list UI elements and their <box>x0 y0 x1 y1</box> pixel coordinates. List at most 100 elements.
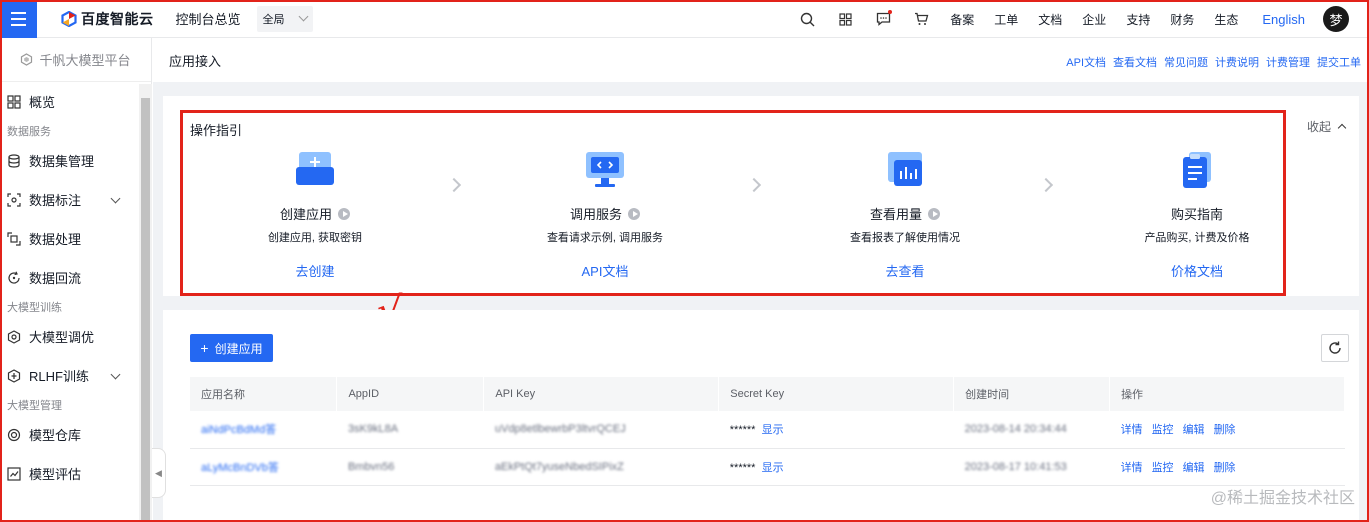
sidebar-item-label: 模型仓库 <box>29 428 82 443</box>
nav-link-docs[interactable]: 文档 <box>1038 11 1062 28</box>
nav-link-ecosystem[interactable]: 生态 <box>1214 11 1238 28</box>
api-docs-guide-link[interactable]: API文档 <box>505 261 705 280</box>
step-name: 创建应用 <box>279 207 332 222</box>
sidebar-item-evaluation[interactable]: 模型评估 <box>0 454 151 493</box>
sidebar-item-dataset[interactable]: 数据集管理 <box>0 141 151 180</box>
delete-link[interactable]: 删除 <box>1214 462 1236 474</box>
search-icon[interactable] <box>788 0 826 38</box>
nav-link-finance[interactable]: 财务 <box>1170 11 1194 28</box>
repository-icon <box>7 428 21 441</box>
app-id: 3sK9kL8A <box>347 423 399 436</box>
purchase-guide-icon <box>1097 146 1297 190</box>
step-name: 查看用量 <box>869 207 922 222</box>
sidebar-item-reflow[interactable]: 数据回流 <box>0 258 151 297</box>
chevron-down-icon <box>298 11 308 22</box>
create-app-label: 创建应用 <box>214 341 263 356</box>
play-video-icon[interactable] <box>338 207 350 220</box>
edit-link[interactable]: 编辑 <box>1183 462 1205 474</box>
step-desc: 查看请求示例, 调用服务 <box>546 232 664 244</box>
api-key: aEkPtQt7yuseNbedSIPixZ <box>494 460 624 473</box>
view-docs-link[interactable]: 查看文档 <box>1113 54 1157 70</box>
refresh-icon <box>1329 341 1341 354</box>
sidebar-scrollbar[interactable] <box>139 84 152 522</box>
page-header: 应用接入 API文档 查看文档 常见问题 计费说明 计费管理 提交工单 <box>153 38 1369 82</box>
step-desc: 查看报表了解使用情况 <box>850 232 960 244</box>
play-video-icon[interactable] <box>628 207 640 220</box>
guide-step-usage: 查看用量 查看报表了解使用情况 去查看 <box>805 146 1005 280</box>
sidebar-item-label: 模型评估 <box>29 467 82 482</box>
sidebar-item-processing[interactable]: 数据处理 <box>0 219 151 258</box>
top-right-nav: 备案 工单 文档 企业 支持 财务 生态 English 梦 <box>788 0 1369 38</box>
billing-info-link[interactable]: 计费说明 <box>1215 54 1259 70</box>
monitor-link[interactable]: 监控 <box>1152 462 1174 474</box>
overview-icon <box>7 94 21 109</box>
region-select[interactable]: 全局 <box>256 5 313 32</box>
chevron-down-icon <box>110 193 121 204</box>
avatar[interactable]: 梦 <box>1323 6 1349 32</box>
show-secret-link[interactable]: 显示 <box>762 424 784 436</box>
cart-icon[interactable] <box>902 0 940 38</box>
guide-title: 操作指引 <box>190 123 243 138</box>
submit-ticket-link[interactable]: 提交工单 <box>1317 54 1361 70</box>
console-overview-link[interactable]: 控制台总览 <box>176 9 241 28</box>
create-app-button[interactable]: + 创建应用 <box>190 334 273 362</box>
grid-apps-icon[interactable] <box>826 0 864 38</box>
sidebar-item-label: 数据标注 <box>29 193 82 208</box>
sidebar-item-rlhf[interactable]: RLHF训练 <box>0 356 151 395</box>
api-docs-link[interactable]: API文档 <box>1066 54 1106 70</box>
app-id: Bmbvn56 <box>347 460 395 473</box>
nav-link-support[interactable]: 支持 <box>1126 11 1150 28</box>
app-name-link[interactable]: aiNdPcBdMd答 <box>201 424 276 436</box>
detail-link[interactable]: 详情 <box>1121 424 1143 436</box>
hamburger-menu-icon[interactable] <box>0 0 37 38</box>
col-actions: 操作 <box>1109 377 1345 411</box>
step-desc: 产品购买, 计费及价格 <box>1144 232 1250 244</box>
collapse-button[interactable]: 收起 <box>1307 118 1347 135</box>
watermark-text: @稀土掘金技术社区 <box>1210 490 1355 507</box>
pricing-docs-link[interactable]: 价格文档 <box>1097 261 1297 280</box>
created-time: 2023-08-17 10:41:53 <box>964 460 1067 473</box>
created-time: 2023-08-14 20:34:44 <box>964 423 1067 436</box>
col-secret-key: Secret Key <box>718 377 955 411</box>
message-icon[interactable] <box>864 0 902 38</box>
app-name-link[interactable]: aLyMcBnDVb答 <box>201 462 279 474</box>
sidebar-item-annotation[interactable]: 数据标注 <box>0 180 151 219</box>
monitor-link[interactable]: 监控 <box>1152 424 1174 436</box>
invoke-service-icon <box>505 146 705 190</box>
delete-link[interactable]: 删除 <box>1214 424 1236 436</box>
language-switch[interactable]: English <box>1262 12 1305 27</box>
sidebar-item-tuning[interactable]: 大模型调优 <box>0 317 151 356</box>
sidebar-collapse-tab[interactable]: ◀ <box>152 448 166 498</box>
scrollbar-thumb[interactable] <box>141 98 150 522</box>
nav-link-ticket[interactable]: 工单 <box>994 11 1018 28</box>
show-secret-link[interactable]: 显示 <box>762 462 784 474</box>
sidebar-item-label: 大模型调优 <box>29 330 95 345</box>
sidebar-group-management: 大模型管理 <box>7 400 62 412</box>
app-list-card: + 创建应用 应用名称 AppID API Key Secret Key 创建时… <box>163 310 1359 522</box>
nav-link-enterprise[interactable]: 企业 <box>1082 11 1106 28</box>
sidebar-item-overview[interactable]: 概览 <box>0 82 151 121</box>
detail-link[interactable]: 详情 <box>1121 462 1143 474</box>
chevron-down-icon <box>110 369 121 380</box>
reflow-icon <box>8 271 20 284</box>
annotation-icon <box>7 192 21 207</box>
sidebar-item-repository[interactable]: 模型仓库 <box>0 415 151 454</box>
guide-step-create: 创建应用 创建应用, 获取密钥 去创建 <box>215 146 415 280</box>
app-table: 应用名称 AppID API Key Secret Key 创建时间 操作 ai… <box>190 377 1345 486</box>
faq-link[interactable]: 常见问题 <box>1164 54 1208 70</box>
rlhf-icon <box>7 368 21 383</box>
create-app-icon <box>215 146 415 190</box>
secret-key-mask: ****** <box>729 424 756 437</box>
nav-link-beian[interactable]: 备案 <box>950 11 974 28</box>
sidebar-group-training: 大模型训练 <box>7 302 62 314</box>
go-view-link[interactable]: 去查看 <box>805 261 1005 280</box>
platform-title[interactable]: 千帆大模型平台 <box>0 38 151 82</box>
chevron-up-icon <box>1337 123 1347 133</box>
billing-management-link[interactable]: 计费管理 <box>1266 54 1310 70</box>
go-create-link[interactable]: 去创建 <box>215 261 415 280</box>
database-icon <box>8 153 20 168</box>
play-video-icon[interactable] <box>928 207 940 220</box>
refresh-button[interactable] <box>1321 334 1349 362</box>
edit-link[interactable]: 编辑 <box>1183 424 1205 436</box>
baidu-cloud-logo[interactable]: 百度智能云 <box>61 9 154 29</box>
